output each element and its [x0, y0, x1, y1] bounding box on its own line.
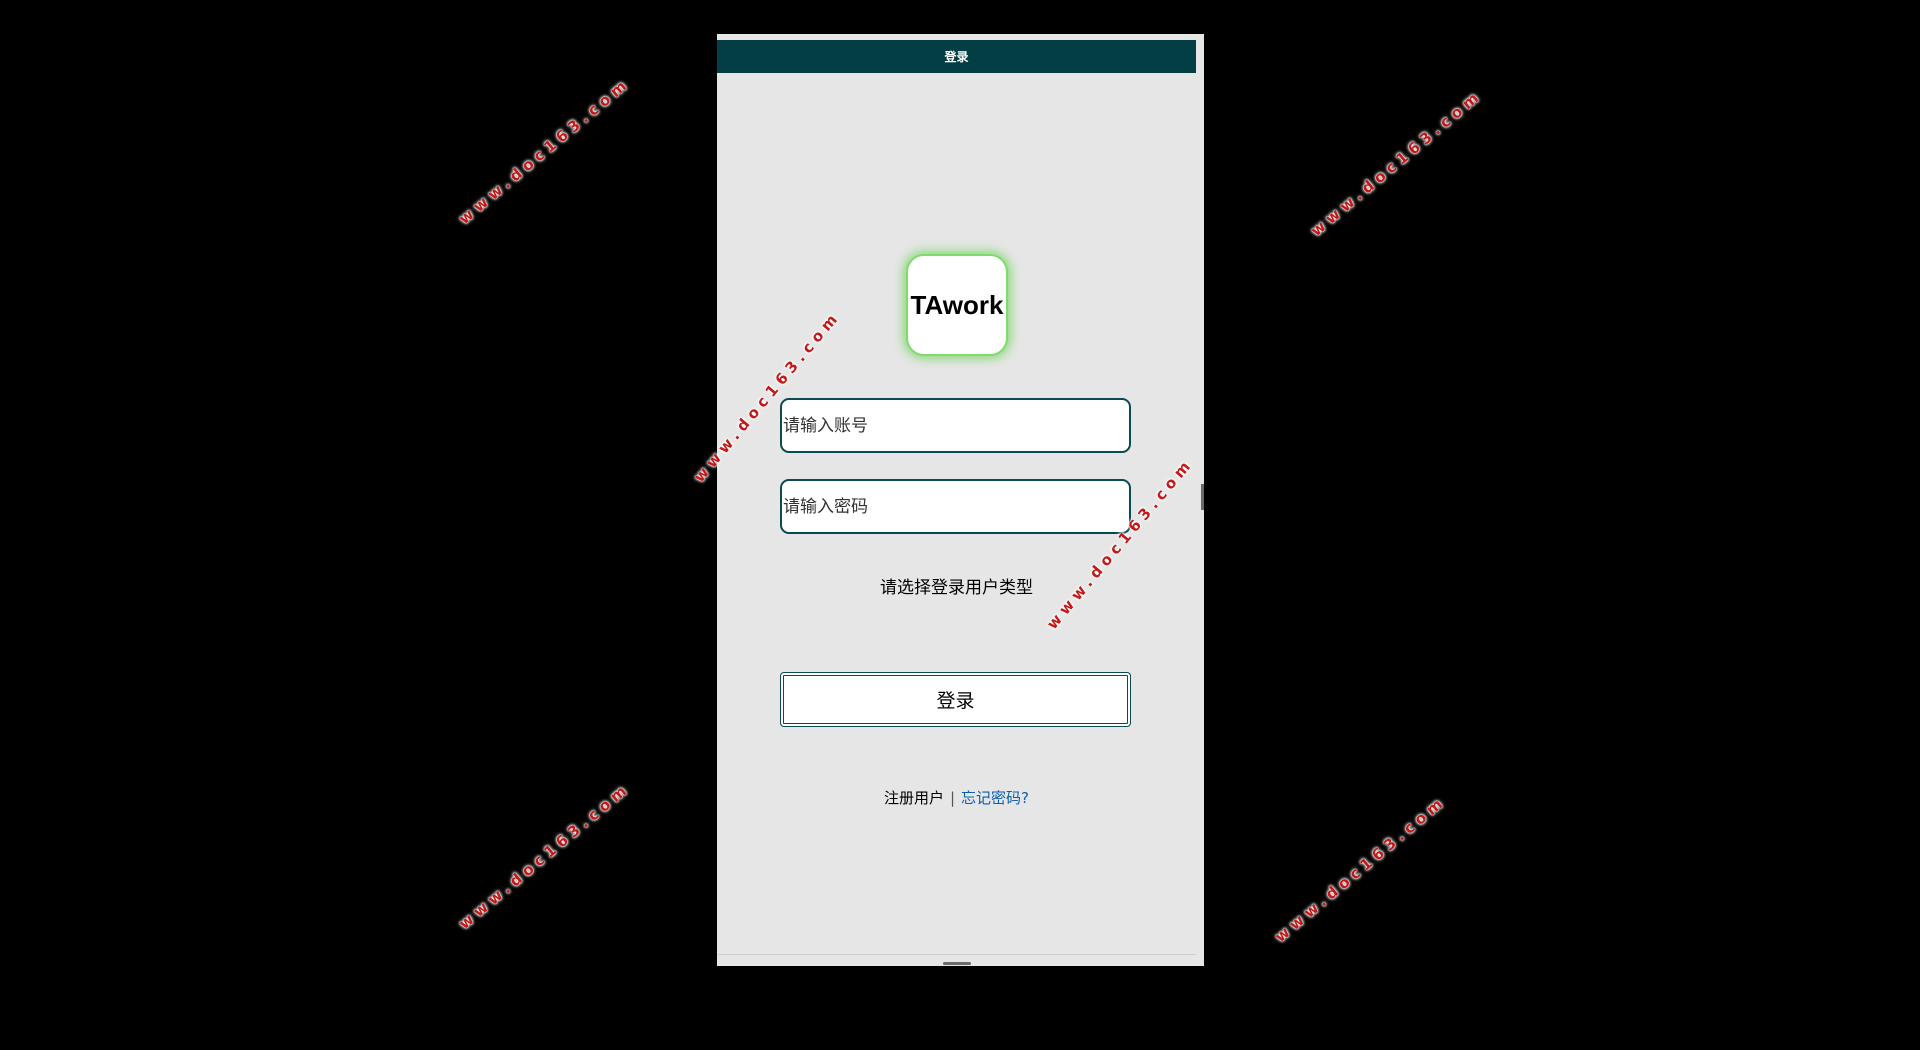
app-logo: TAwork: [906, 254, 1008, 356]
title-bar: 登录: [717, 40, 1196, 73]
auth-links: 注册用户 | 忘记密码?: [717, 787, 1196, 808]
watermark: www.doc163.com: [455, 778, 634, 933]
watermark: www.doc163.com: [455, 73, 634, 228]
watermark: www.doc163.com: [1271, 791, 1450, 946]
user-type-selector[interactable]: 请选择登录用户类型: [717, 573, 1196, 598]
watermark: www.doc163.com: [1307, 85, 1486, 240]
login-button[interactable]: 登录: [780, 672, 1131, 727]
desktop-background: 登录 TAwork 请选择登录用户类型 登录 注册用户 | 忘记密码? www.…: [0, 0, 1920, 1050]
password-input[interactable]: [780, 479, 1131, 534]
bottom-divider: [717, 954, 1196, 955]
app-logo-text: TAwork: [910, 289, 1004, 320]
register-link[interactable]: 注册用户: [884, 787, 944, 808]
app-screen: 登录 TAwork 请选择登录用户类型 登录 注册用户 | 忘记密码?: [717, 34, 1204, 966]
home-indicator[interactable]: [943, 962, 971, 965]
scrollbar-thumb[interactable]: [1201, 484, 1204, 510]
account-input[interactable]: [780, 398, 1131, 453]
page-title: 登录: [944, 50, 969, 64]
forgot-password-link[interactable]: 忘记密码?: [961, 787, 1029, 808]
link-separator: |: [949, 788, 956, 807]
